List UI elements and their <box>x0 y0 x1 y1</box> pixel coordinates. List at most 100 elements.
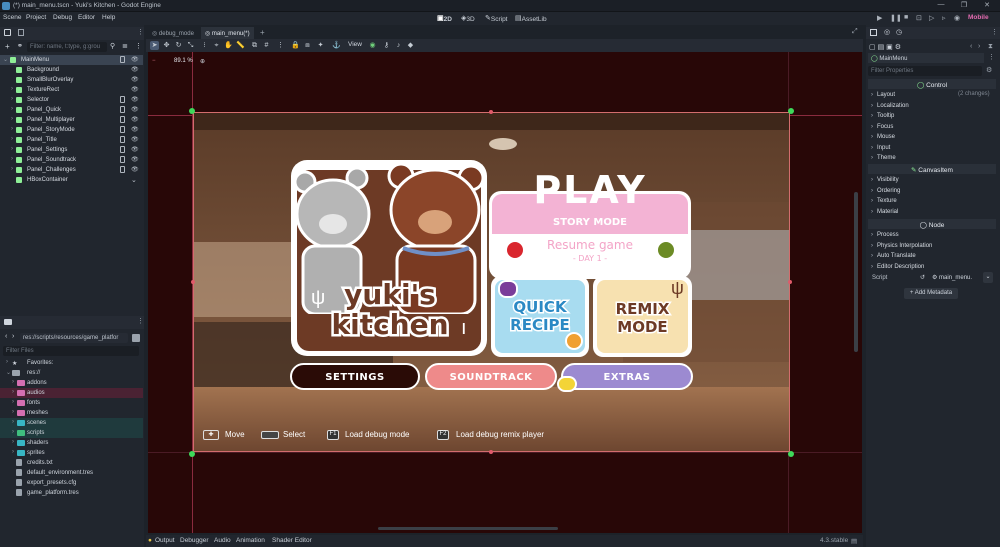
options-icon[interactable]: ⋮ <box>135 42 142 50</box>
close-window-button[interactable]: ✕ <box>976 1 998 11</box>
back-icon[interactable]: ‹ <box>5 333 7 340</box>
favorites-row[interactable]: › ★ Favorites: <box>0 358 143 368</box>
history-tab-icon[interactable]: ◷ <box>896 28 902 36</box>
file-row[interactable]: default_environment.tres <box>0 468 143 478</box>
visibility-eye-icon[interactable]: 👁 <box>131 66 139 73</box>
folder-row[interactable]: › sprites <box>0 448 143 458</box>
resize-handle-left[interactable] <box>191 280 195 284</box>
snap-options-icon[interactable]: ⋮ <box>276 41 285 50</box>
anchor-handle-tr[interactable] <box>788 108 794 114</box>
expand-icon[interactable]: › <box>11 96 13 102</box>
split-mode-icon[interactable] <box>132 334 140 342</box>
menu-editor[interactable]: Editor <box>78 14 95 21</box>
tree-node[interactable]: › Selector 👁 <box>0 95 143 105</box>
movie-maker-icon[interactable]: ◉ <box>954 14 960 22</box>
script-attached-icon[interactable] <box>120 136 125 143</box>
script-attached-icon[interactable] <box>120 146 125 153</box>
search-icon[interactable]: ⚲ <box>110 42 115 50</box>
resize-handle-bottom[interactable] <box>489 450 493 454</box>
resize-handle-right[interactable] <box>788 280 792 284</box>
inspector-section[interactable]: › Texture <box>868 197 996 206</box>
new-resource-icon[interactable]: ▢ <box>869 44 876 51</box>
tree-node[interactable]: › Panel_Challenges 👁 <box>0 165 143 175</box>
history-forward-icon[interactable]: › <box>978 43 980 50</box>
visibility-eye-icon[interactable]: 👁 <box>131 156 139 163</box>
play-custom-icon[interactable]: ▹ <box>942 14 946 22</box>
visibility-eye-icon[interactable]: 👁 <box>131 56 139 63</box>
tab-animation[interactable]: Animation <box>236 537 265 544</box>
visibility-eye-icon[interactable]: 👁 <box>131 166 139 173</box>
scene-tab-icon[interactable] <box>4 29 11 36</box>
visibility-eye-icon[interactable]: 👁 <box>131 76 139 83</box>
transform-icon[interactable]: ◉ <box>368 41 377 50</box>
chevron-down-icon[interactable]: ⌄ <box>131 176 137 184</box>
folder-row[interactable]: › addons <box>0 378 143 388</box>
expand-icon[interactable]: › <box>11 106 13 112</box>
tab-debug-mode[interactable]: ◎ debug_mode <box>148 27 198 39</box>
tree-node[interactable]: › Panel_Multiplayer 👁 <box>0 115 143 125</box>
script-dropdown-icon[interactable]: ⌄ <box>983 272 993 283</box>
tree-node[interactable]: › Panel_Title 👁 <box>0 135 143 145</box>
tab-main-menu[interactable]: ◎ main_menu(*) <box>201 27 254 39</box>
tree-node[interactable]: SmallBlurOverlay 👁 <box>0 75 143 85</box>
tab-audio[interactable]: Audio <box>214 537 231 544</box>
script-attached-icon[interactable] <box>120 96 125 103</box>
key-insert-icon[interactable]: ◆ <box>406 41 415 50</box>
tree-node[interactable]: ⌄ MainMenu 👁 <box>0 55 143 65</box>
stop-icon[interactable]: ■ <box>904 14 908 21</box>
group-icon[interactable]: ⧈ <box>303 41 312 50</box>
resize-handle-top[interactable] <box>489 110 493 114</box>
expand-icon[interactable]: › <box>11 136 13 142</box>
maximize-button[interactable]: ❐ <box>953 1 975 11</box>
extras-button[interactable]: EXTRAS <box>561 363 693 390</box>
script-attached-icon[interactable] <box>120 166 125 173</box>
tree-node[interactable]: Background 👁 <box>0 65 143 75</box>
expand-icon[interactable]: › <box>12 379 14 385</box>
expand-icon[interactable]: › <box>11 156 13 162</box>
inspector-section[interactable]: › Auto Translate <box>868 252 996 261</box>
folder-row[interactable]: › fonts <box>0 398 143 408</box>
tab-output[interactable]: Output <box>155 537 175 544</box>
zoom-level[interactable]: 89.1 % <box>174 58 193 64</box>
property-filter-input[interactable]: Filter Properties <box>868 66 982 76</box>
inspector-section[interactable]: › Material <box>868 208 996 217</box>
visibility-eye-icon[interactable]: 👁 <box>131 116 139 123</box>
expand-icon[interactable]: › <box>12 429 14 435</box>
script-attached-icon[interactable] <box>120 106 125 113</box>
visibility-eye-icon[interactable]: 👁 <box>131 106 139 113</box>
workspace-script-button[interactable]: ✎ Script <box>485 14 508 23</box>
folder-row[interactable]: › scenes <box>0 418 143 428</box>
load-resource-icon[interactable]: ▤ <box>878 44 885 51</box>
inspector-section[interactable]: › Tooltip <box>868 112 996 121</box>
pan-icon[interactable]: ✋ <box>224 41 233 50</box>
expand-icon[interactable]: › <box>12 449 14 455</box>
expand-icon[interactable]: › <box>6 359 8 365</box>
anchor-handle-tl[interactable] <box>189 108 195 114</box>
move-mode-icon[interactable]: ✥ <box>162 41 171 50</box>
inspector-section[interactable]: › Theme <box>868 154 996 163</box>
files-filter-input[interactable]: Filter Files <box>3 346 139 356</box>
pivot-icon[interactable]: ⌖ <box>212 41 221 50</box>
inspector-section[interactable]: › Visibility <box>868 176 996 185</box>
inspector-section[interactable]: › Ordering <box>868 187 996 196</box>
expand-icon[interactable]: › <box>11 116 13 122</box>
renderer-select[interactable]: Mobile <box>968 14 989 21</box>
inspector-tab-icon[interactable] <box>870 29 877 36</box>
view-menu[interactable]: View <box>348 41 362 48</box>
expand-icon[interactable]: › <box>11 126 13 132</box>
remote-debug-icon[interactable]: ⊡ <box>916 14 922 22</box>
visibility-eye-icon[interactable]: 👁 <box>131 146 139 153</box>
file-row[interactable]: game_platform.tres <box>0 488 143 498</box>
distraction-free-icon[interactable]: ⤢ <box>852 28 858 36</box>
collapse-icon[interactable]: ⌄ <box>6 369 11 376</box>
zoom-in-icon[interactable]: ⊕ <box>200 58 205 65</box>
audio-icon[interactable]: ♪ <box>394 41 403 50</box>
folder-row[interactable]: › meshes <box>0 408 143 418</box>
save-icon[interactable]: ▣ <box>886 44 893 51</box>
expand-icon[interactable]: › <box>11 146 13 152</box>
skeleton-icon[interactable]: ✦ <box>316 41 325 50</box>
folder-row[interactable]: › scripts <box>0 428 143 438</box>
list-select-icon[interactable]: ⁝ <box>200 41 209 50</box>
smart-snap-icon[interactable]: ⧉ <box>250 41 259 50</box>
menu-debug[interactable]: Debug <box>53 14 72 21</box>
